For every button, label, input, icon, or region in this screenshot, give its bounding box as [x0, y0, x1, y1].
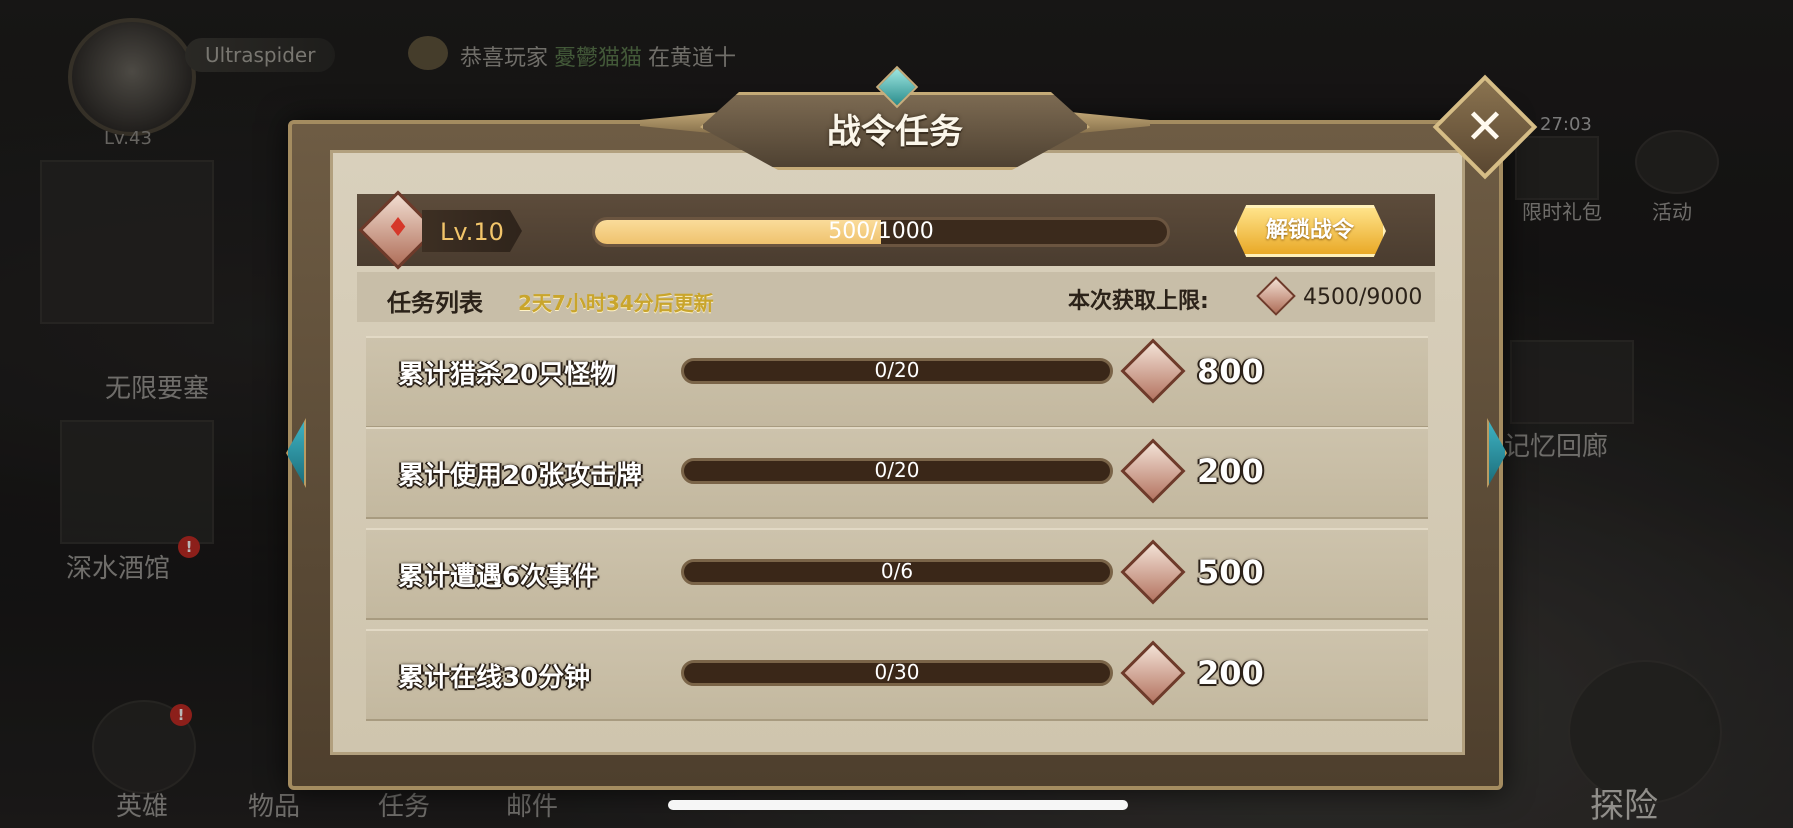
task-reward-amount: 200 [1197, 452, 1264, 490]
level-progress-max: /1000 [870, 219, 934, 244]
task-reward-amount: 500 [1197, 553, 1264, 591]
acquire-limit-value: 4500/9000 [1303, 285, 1423, 310]
unlock-battle-pass-button[interactable]: 解锁战令 [1234, 205, 1386, 257]
task-name: 累计猎杀20只怪物 [398, 360, 617, 390]
task-name: 累计使用20张攻击牌 [398, 461, 643, 491]
task-name: 累计遭遇6次事件 [398, 562, 599, 592]
flame-icon: ♦ [386, 213, 410, 243]
task-name: 累计在线30分钟 [398, 663, 591, 693]
task-progress-text: 0/6 [880, 559, 914, 583]
task-progress-text: 0/20 [874, 358, 920, 382]
refresh-countdown: 2天7小时34分后更新 [518, 291, 714, 315]
level-progress-current: 500 [828, 219, 871, 244]
home-indicator[interactable] [668, 800, 1128, 810]
task-progress-text: 0/30 [874, 660, 920, 684]
level-progress-text: 500/1000 [592, 219, 1170, 244]
modal-title: 战令任务 [827, 112, 963, 152]
task-reward-amount: 800 [1197, 352, 1264, 390]
level-label: Lv.10 [440, 218, 504, 246]
acquire-limit-label: 本次获取上限: [1068, 289, 1209, 314]
task-reward-amount: 200 [1197, 654, 1264, 692]
task-progress-text: 0/20 [874, 458, 920, 482]
task-list-title: 任务列表 [387, 289, 483, 317]
